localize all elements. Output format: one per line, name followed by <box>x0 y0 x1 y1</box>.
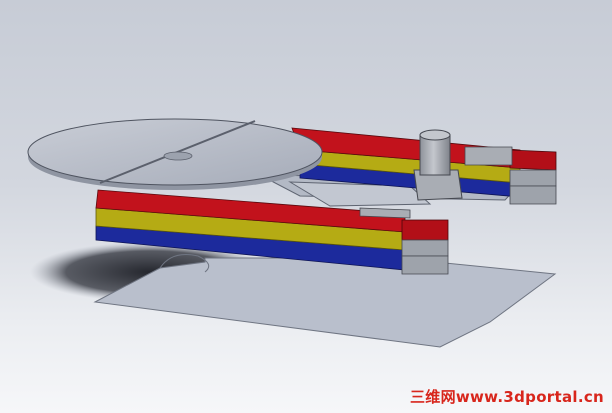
front-rail-end-red <box>401 219 449 241</box>
motor-cylinder <box>419 134 451 176</box>
front-rail-end-block-1 <box>401 239 449 257</box>
back-end-mount <box>464 146 513 166</box>
back-rail-end-block-2 <box>509 185 557 205</box>
turntable-rail-assembly-model <box>27 118 557 348</box>
turntable-hub <box>163 151 193 161</box>
base-plate <box>93 257 557 348</box>
motor-cylinder-top <box>419 129 451 141</box>
site-watermark: 三维网www.3dportal.cn <box>409 388 604 406</box>
front-mount-pad <box>359 207 411 219</box>
cad-viewport: 三维网www.3dportal.cn <box>0 0 612 413</box>
back-rail-end-red <box>509 149 557 171</box>
front-rail-end-block-2 <box>401 255 449 275</box>
back-rail-end-block-1 <box>509 169 557 187</box>
